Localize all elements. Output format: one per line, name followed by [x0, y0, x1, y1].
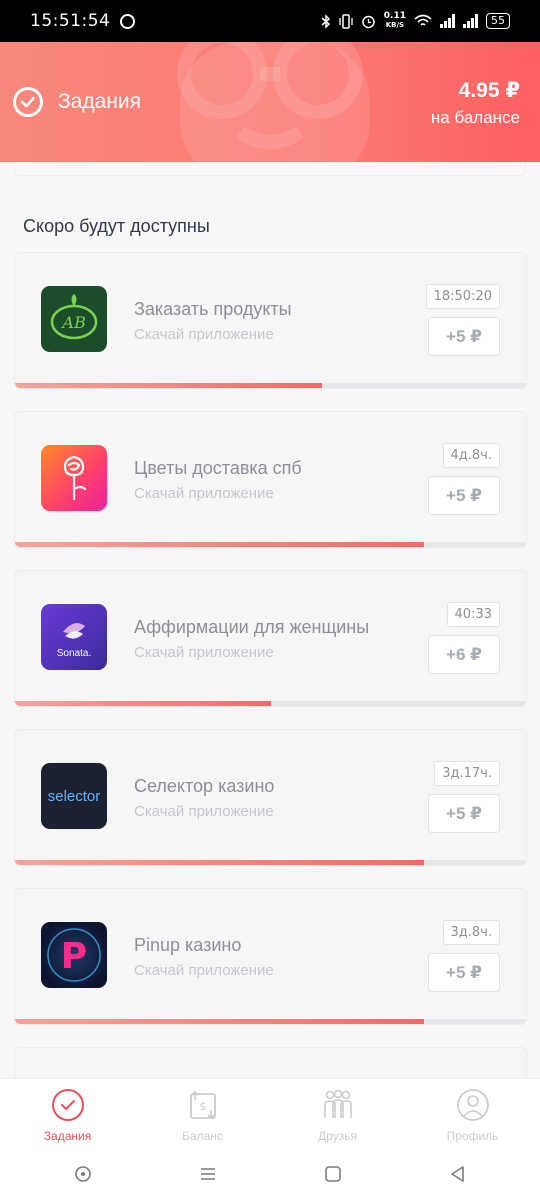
status-bar: 15:51:54 0.11 KB/S 55 — [0, 0, 540, 42]
selector-icon: selector — [41, 763, 107, 829]
balance-label: на балансе — [430, 108, 520, 127]
vibrate-icon — [339, 13, 353, 29]
nav-tab-profile[interactable]: Профиль — [405, 1079, 540, 1148]
task-timer: 3д.17ч. — [434, 761, 500, 786]
reward-button[interactable]: +6 ₽ — [428, 635, 500, 674]
svg-text:Sonata.: Sonata. — [57, 648, 91, 659]
task-timer: 4д.8ч. — [442, 443, 500, 468]
task-card[interactable]: Sonata. Аффирмации для женщины Скачай пр… — [14, 570, 527, 707]
task-name: Заказать продукты — [134, 299, 292, 319]
menu-icon[interactable] — [198, 1164, 218, 1184]
nav-label: Профиль — [446, 1129, 499, 1143]
task-subtitle: Скачай приложение — [134, 962, 274, 979]
task-subtitle: Скачай приложение — [134, 326, 274, 343]
task-name: Селектор казино — [134, 776, 275, 796]
svg-text:P: P — [61, 936, 87, 977]
svg-text:АВ: АВ — [61, 313, 86, 332]
status-icons: 0.11 KB/S 55 — [321, 12, 510, 30]
nav-label: Баланс — [182, 1129, 223, 1143]
whatsapp-icon — [120, 13, 136, 29]
tasks-check-icon — [13, 87, 43, 117]
status-time: 15:51:54 — [30, 11, 111, 31]
svg-text:$: $ — [199, 1100, 206, 1113]
progress-bar — [15, 701, 526, 706]
progress-fill — [15, 542, 424, 547]
assistant-dot-icon[interactable] — [73, 1164, 93, 1184]
azbuka-vkusa-icon: АВ — [41, 286, 107, 352]
pinup-icon: P — [41, 922, 107, 988]
progress-bar — [15, 542, 526, 547]
progress-bar — [15, 1019, 526, 1024]
wifi-icon — [414, 14, 432, 26]
task-timer: 40:33 — [446, 602, 500, 627]
nav-label: Друзья — [318, 1129, 357, 1143]
home-icon[interactable] — [323, 1164, 343, 1184]
task-subtitle: Скачай приложение — [134, 644, 274, 661]
progress-fill — [15, 383, 322, 388]
task-card[interactable]: P Pinup казино Скачай приложение 3д.8ч. … — [14, 888, 527, 1025]
previous-card-edge — [14, 162, 526, 176]
task-card[interactable]: АВ Заказать продукты Скачай приложение 1… — [14, 252, 527, 389]
network-speed: 0.11 KB/S — [383, 11, 406, 30]
section-title: Скоро будут доступны — [23, 216, 210, 236]
nav-tab-friends[interactable]: Друзья — [270, 1079, 405, 1148]
task-subtitle: Скачай приложение — [134, 485, 274, 502]
balance-amount: 4.95 ₽ — [458, 79, 520, 102]
task-name: Аффирмации для женщины — [134, 617, 370, 637]
nav-tab-tasks[interactable]: Задания — [0, 1079, 135, 1148]
bluetooth-icon — [321, 13, 330, 29]
task-name: Pinup казино — [134, 935, 242, 955]
task-timer: 18:50:20 — [425, 284, 500, 309]
balance-transfer-icon: $ — [189, 1090, 216, 1120]
app-header: Задания 4.95 ₽ на балансе — [0, 42, 540, 162]
task-timer: 3д.8ч. — [442, 920, 500, 945]
rose-flowers-icon — [41, 445, 107, 511]
svg-text:selector: selector — [48, 788, 101, 805]
sonata-icon: Sonata. — [41, 604, 107, 670]
friends-icon — [323, 1089, 352, 1118]
reward-button[interactable]: +5 ₽ — [428, 476, 500, 515]
battery-indicator: 55 — [486, 13, 510, 29]
task-name: Цветы доставка спб — [134, 458, 302, 478]
alarm-icon — [362, 15, 375, 28]
nav-tab-balance[interactable]: $ Баланс — [135, 1079, 270, 1148]
task-card[interactable]: selector Селектор казино Скачай приложен… — [14, 729, 527, 866]
signal-1-icon — [440, 14, 455, 28]
progress-fill — [15, 701, 271, 706]
nav-label: Задания — [43, 1129, 92, 1143]
task-card[interactable]: Цветы доставка спб Скачай приложение 4д.… — [14, 411, 527, 548]
back-icon[interactable] — [448, 1164, 468, 1184]
progress-fill — [15, 1019, 424, 1024]
page-title: Задания — [58, 90, 141, 113]
progress-bar — [15, 383, 526, 388]
reward-button[interactable]: +5 ₽ — [428, 317, 500, 356]
reward-button[interactable]: +5 ₽ — [428, 953, 500, 992]
progress-fill — [15, 860, 424, 865]
bottom-navigation: Задания $ Баланс Друзья Профиль — [0, 1078, 540, 1148]
progress-bar — [15, 860, 526, 865]
signal-2-icon — [463, 14, 478, 28]
profile-icon — [456, 1089, 489, 1121]
mascot-watermark-icon — [177, 42, 370, 162]
reward-button[interactable]: +5 ₽ — [428, 794, 500, 833]
system-navigation-bar — [0, 1148, 540, 1200]
task-subtitle: Скачай приложение — [134, 803, 274, 820]
tasks-check-icon — [51, 1089, 84, 1121]
